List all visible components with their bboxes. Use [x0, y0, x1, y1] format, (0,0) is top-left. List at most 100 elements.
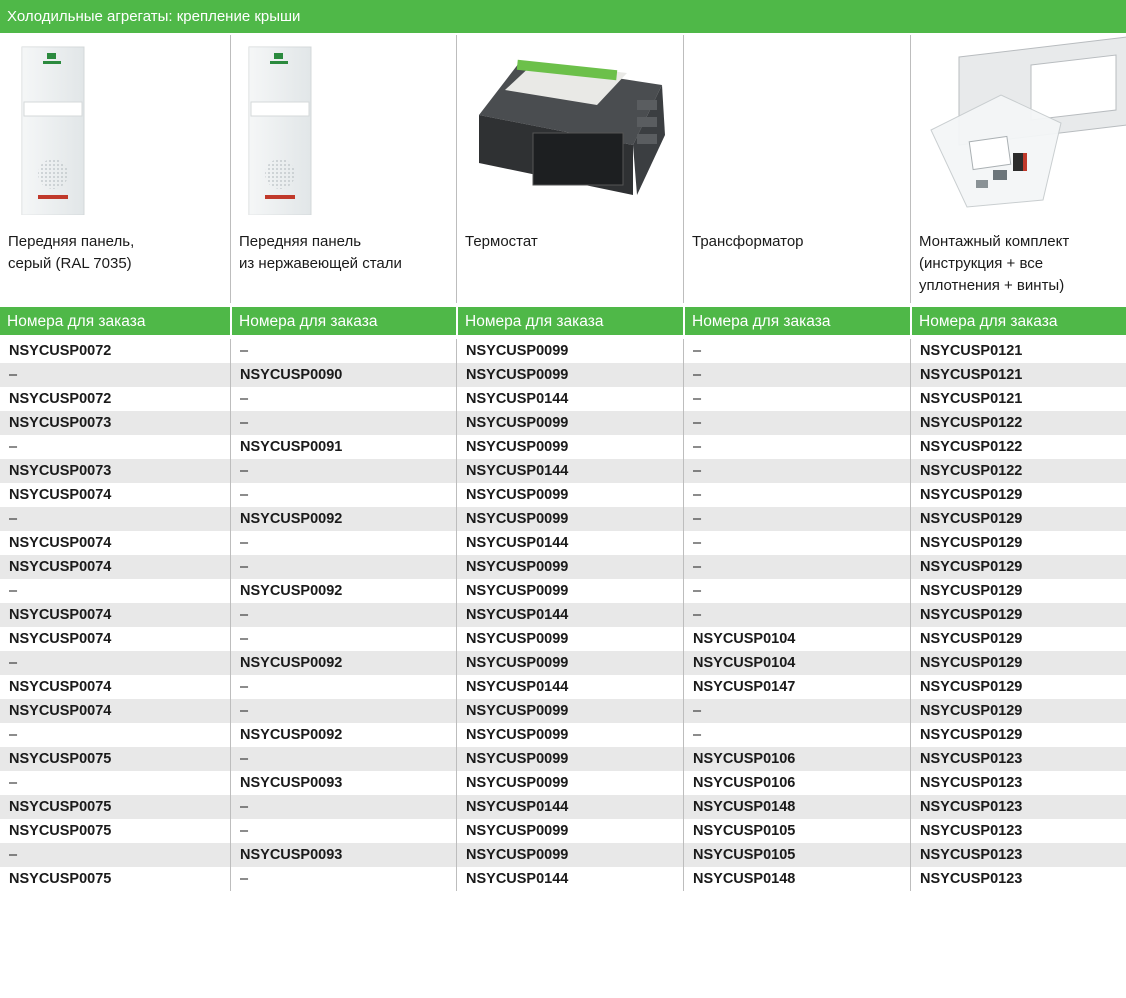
product-column-thermostat: Термостат	[456, 35, 683, 303]
table-row: NSYCUSP0072– NSYCUSP0099– NSYCUSP0121	[0, 339, 1126, 363]
section-title: Холодильные агрегаты: крепление крыши	[0, 0, 1126, 33]
order-number-cell: NSYCUSP0121	[910, 363, 1126, 387]
order-number-cell: NSYCUSP0093	[230, 843, 456, 867]
order-number-cell: NSYCUSP0073	[9, 463, 112, 479]
order-number-cell: NSYCUSP0129	[910, 483, 1126, 507]
order-number-cell: NSYCUSP0099	[456, 651, 683, 675]
mounting-kit-image	[911, 35, 1126, 215]
order-number-cell: NSYCUSP0104	[683, 627, 910, 651]
order-number-cell: –	[683, 699, 910, 723]
grey-front-panel-image	[0, 35, 230, 216]
order-number-cell: –	[230, 627, 456, 651]
table-row: NSYCUSP0075 – NSYCUSP0144 NSYCUSP0148 NSYCUS…	[0, 795, 1126, 819]
table-row: – NSYCUSP0092 NSYCUSP0099– NSYCUSP0129	[0, 579, 1126, 603]
order-number-header: Номера для заказа	[456, 307, 683, 335]
order-number-cell: NSYCUSP0144	[456, 603, 683, 627]
order-number-cell: NSYCUSP0129	[910, 531, 1126, 555]
order-number-cell: –	[9, 847, 18, 863]
order-number-cell: NSYCUSP0074	[9, 535, 112, 551]
order-number-cell: NSYCUSP0121	[910, 339, 1126, 363]
table-row: – NSYCUSP0093 NSYCUSP0099 NSYCUSP0106 NSYCUS…	[0, 771, 1126, 795]
order-number-cell: –	[683, 363, 910, 387]
order-number-cell: –	[683, 339, 910, 363]
table-row: NSYCUSP0074– NSYCUSP0099– NSYCUSP0129	[0, 483, 1126, 507]
order-number-cell: –	[230, 819, 456, 843]
order-number-cell: NSYCUSP0148	[683, 867, 910, 891]
table-row: – NSYCUSP0091 NSYCUSP0099– NSYCUSP0122	[0, 435, 1126, 459]
order-number-cell: –	[683, 579, 910, 603]
order-number-cell: NSYCUSP0122	[910, 411, 1126, 435]
order-number-table: NSYCUSP0072– NSYCUSP0099– NSYCUSP0121– NSYC…	[0, 339, 1126, 891]
order-number-cell: NSYCUSP0144	[456, 675, 683, 699]
order-number-cell: NSYCUSP0099	[456, 627, 683, 651]
column-caption: Передняя панель, серый (RAL 7035)	[8, 233, 135, 272]
order-number-cell: –	[230, 867, 456, 891]
order-number-cell: –	[230, 555, 456, 579]
order-number-cell: NSYCUSP0147	[683, 675, 910, 699]
table-row: NSYCUSP0075 – NSYCUSP0099 NSYCUSP0106 NSYCUS…	[0, 747, 1126, 771]
order-number-cell: –	[683, 507, 910, 531]
table-row: NSYCUSP0073– NSYCUSP0099– NSYCUSP0122	[0, 411, 1126, 435]
order-number-cell: NSYCUSP0123	[910, 843, 1126, 867]
order-number-cell: NSYCUSP0099	[456, 339, 683, 363]
order-number-cell: NSYCUSP0144	[456, 531, 683, 555]
table-row: NSYCUSP0074 – NSYCUSP0099 NSYCUSP0104 NSYCUS…	[0, 627, 1126, 651]
order-number-cell: –	[230, 411, 456, 435]
order-number-cell: NSYCUSP0106	[683, 747, 910, 771]
order-number-cell: –	[683, 555, 910, 579]
order-number-cell: NSYCUSP0099	[456, 723, 683, 747]
order-number-header-row: Номера для заказа Номера для заказа Номе…	[0, 307, 1126, 335]
table-row: NSYCUSP0074– NSYCUSP0144– NSYCUSP0129	[0, 603, 1126, 627]
order-number-cell: NSYCUSP0092	[230, 651, 456, 675]
order-number-cell: NSYCUSP0144	[456, 867, 683, 891]
order-number-cell: NSYCUSP0122	[910, 459, 1126, 483]
order-number-cell: NSYCUSP0090	[230, 363, 456, 387]
order-number-cell: –	[9, 367, 18, 383]
order-number-cell: NSYCUSP0074	[9, 703, 112, 719]
order-number-cell: NSYCUSP0105	[683, 819, 910, 843]
product-column-grey-panel: Передняя панель, серый (RAL 7035)	[0, 35, 230, 303]
order-number-cell: NSYCUSP0093	[230, 771, 456, 795]
order-number-cell: NSYCUSP0092	[230, 723, 456, 747]
order-number-cell: –	[9, 655, 18, 671]
table-row: NSYCUSP0072– NSYCUSP0144– NSYCUSP0121	[0, 387, 1126, 411]
order-number-cell: NSYCUSP0099	[456, 771, 683, 795]
table-row: NSYCUSP0074– NSYCUSP0099– NSYCUSP0129	[0, 699, 1126, 723]
table-row: NSYCUSP0074– NSYCUSP0099– NSYCUSP0129	[0, 555, 1126, 579]
order-number-cell: NSYCUSP0092	[230, 579, 456, 603]
order-number-cell: –	[230, 531, 456, 555]
table-row: NSYCUSP0073– NSYCUSP0144– NSYCUSP0122	[0, 459, 1126, 483]
order-number-cell: NSYCUSP0144	[456, 795, 683, 819]
order-number-cell: NSYCUSP0129	[910, 603, 1126, 627]
order-number-cell: NSYCUSP0105	[683, 843, 910, 867]
order-number-cell: –	[683, 411, 910, 435]
order-number-cell: NSYCUSP0099	[456, 483, 683, 507]
order-number-cell: –	[9, 775, 18, 791]
order-number-cell: NSYCUSP0072	[9, 343, 112, 359]
catalog-sheet: Холодильные агрегаты: крепление крыши Пе…	[0, 0, 1126, 998]
order-number-cell: NSYCUSP0074	[9, 559, 112, 575]
order-number-cell: NSYCUSP0106	[683, 771, 910, 795]
order-number-cell: NSYCUSP0092	[230, 507, 456, 531]
table-row: – NSYCUSP0092 NSYCUSP0099– NSYCUSP0129	[0, 507, 1126, 531]
table-row: NSYCUSP0075 – NSYCUSP0099 NSYCUSP0105 NSYCUS…	[0, 819, 1126, 843]
order-number-header: Номера для заказа	[230, 307, 456, 335]
order-number-cell: NSYCUSP0123	[910, 819, 1126, 843]
order-number-cell: –	[683, 603, 910, 627]
order-number-cell: NSYCUSP0099	[456, 699, 683, 723]
order-number-cell: NSYCUSP0099	[456, 843, 683, 867]
order-number-cell: –	[9, 439, 18, 455]
order-number-cell: –	[230, 699, 456, 723]
order-number-cell: –	[230, 459, 456, 483]
table-row: NSYCUSP0074 – NSYCUSP0144 NSYCUSP0147 NSYCUS…	[0, 675, 1126, 699]
order-number-cell: NSYCUSP0099	[456, 363, 683, 387]
order-number-cell: NSYCUSP0074	[9, 487, 112, 503]
order-number-cell: –	[230, 603, 456, 627]
order-number-cell: NSYCUSP0144	[456, 387, 683, 411]
order-number-cell: –	[230, 675, 456, 699]
order-number-cell: NSYCUSP0129	[910, 507, 1126, 531]
thermostat-image	[457, 35, 683, 215]
order-number-cell: NSYCUSP0129	[910, 555, 1126, 579]
order-number-cell: NSYCUSP0129	[910, 723, 1126, 747]
product-column-mounting-kit: Монтажный комплект (инструкция + все упл…	[910, 35, 1126, 303]
